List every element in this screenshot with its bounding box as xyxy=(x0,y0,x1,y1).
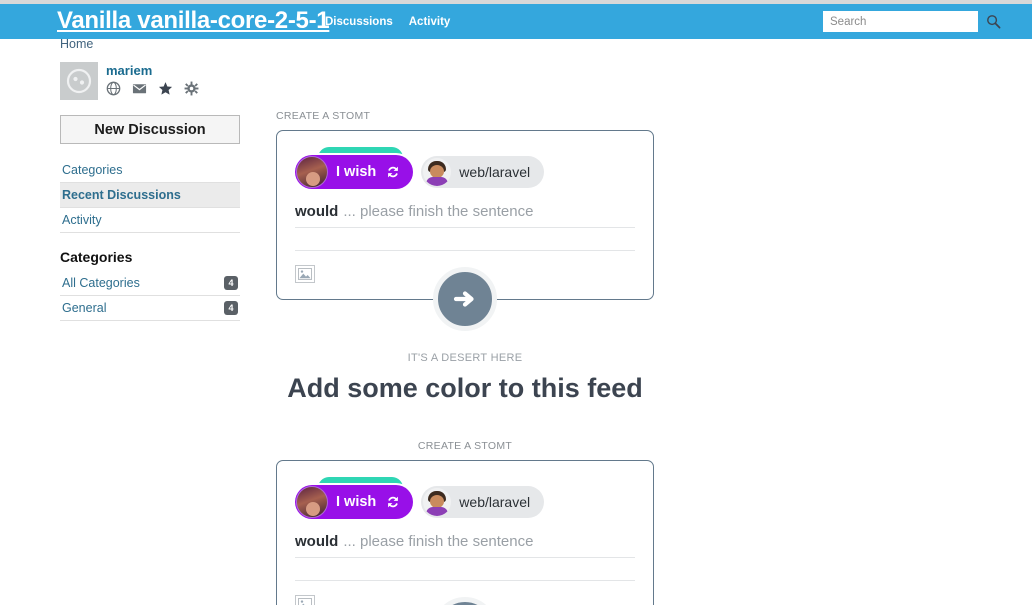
main-content: CREATE A STOMT I wish xyxy=(276,110,654,605)
sentence-input-row[interactable]: would ... please finish the sentence xyxy=(295,203,635,228)
sidebar: mariem xyxy=(60,62,240,321)
profile-username[interactable]: mariem xyxy=(106,63,199,78)
wish-label: I wish xyxy=(336,494,376,510)
search-icon[interactable] xyxy=(986,12,1001,31)
submit-stomt-button[interactable] xyxy=(433,267,497,331)
second-create-stomt-label: CREATE A STOMT xyxy=(276,440,654,452)
sidebar-item-categories[interactable]: Categories xyxy=(60,158,240,183)
stomt-composer-card-secondary: I wish web xyxy=(276,460,654,605)
user-avatar xyxy=(296,486,328,518)
sentence-second-line xyxy=(295,580,635,581)
site-header: Vanilla vanilla-core-2-5-1 Discussions A… xyxy=(0,4,1032,39)
category-label: All Categories xyxy=(62,276,140,290)
search-input[interactable] xyxy=(824,12,986,31)
nav-link-discussions[interactable]: Discussions xyxy=(325,16,393,28)
second-create-stomt-widget: CREATE A STOMT I wish xyxy=(276,440,654,605)
primary-nav: Discussions Activity xyxy=(325,16,450,28)
new-discussion-button[interactable]: New Discussion xyxy=(60,115,240,144)
star-icon[interactable] xyxy=(158,81,173,96)
pill-row: I wish web xyxy=(295,485,544,519)
sentence-prefix: would xyxy=(295,533,338,550)
image-upload-icon[interactable] xyxy=(295,595,315,605)
envelope-icon[interactable] xyxy=(132,81,147,96)
sidebar-menu: Categories Recent Discussions Activity xyxy=(60,158,240,233)
target-pill[interactable]: web/laravel xyxy=(421,486,544,518)
site-title[interactable]: Vanilla vanilla-core-2-5-1 xyxy=(57,7,329,35)
empty-state-title: Add some color to this feed xyxy=(276,373,654,404)
category-item-all-categories[interactable]: All Categories 4 xyxy=(60,271,240,296)
globe-icon[interactable] xyxy=(106,81,121,96)
empty-state-kicker: IT'S A DESERT HERE xyxy=(276,352,654,364)
stomt-composer-card: I wish web/laravel would xyxy=(276,130,654,300)
avatar[interactable] xyxy=(60,62,98,100)
sidebar-item-activity[interactable]: Activity xyxy=(60,208,240,233)
sidebar-item-recent-discussions[interactable]: Recent Discussions xyxy=(60,183,240,208)
category-item-general[interactable]: General 4 xyxy=(60,296,240,321)
wish-type-pill[interactable]: I wish xyxy=(295,485,413,519)
create-stomt-label: CREATE A STOMT xyxy=(276,110,654,122)
image-upload-icon[interactable] xyxy=(295,265,315,283)
target-pill[interactable]: web/laravel xyxy=(421,156,544,188)
target-avatar xyxy=(423,158,451,186)
sentence-second-line xyxy=(295,250,635,251)
sentence-placeholder: ... please finish the sentence xyxy=(343,203,533,220)
submit-stomt-button[interactable] xyxy=(433,597,497,605)
swap-icon[interactable] xyxy=(385,164,401,180)
target-avatar xyxy=(423,488,451,516)
category-label: General xyxy=(62,301,106,315)
sentence-placeholder: ... please finish the sentence xyxy=(343,533,533,550)
category-count-badge: 4 xyxy=(224,301,238,315)
empty-state: IT'S A DESERT HERE Add some color to thi… xyxy=(276,352,654,404)
target-label: web/laravel xyxy=(459,164,530,180)
sentence-input-row[interactable]: would ... please finish the sentence xyxy=(295,533,635,558)
pill-stack: I wish web/laravel xyxy=(295,147,635,193)
nav-link-activity[interactable]: Activity xyxy=(409,16,451,28)
pill-row: I wish web/laravel xyxy=(295,155,544,189)
gear-icon[interactable] xyxy=(184,81,199,96)
profile-block: mariem xyxy=(60,62,240,106)
breadcrumb-home[interactable]: Home xyxy=(60,37,93,51)
pill-stack: I wish web xyxy=(295,477,635,523)
sentence-prefix: would xyxy=(295,203,338,220)
user-avatar xyxy=(296,156,328,188)
search-box xyxy=(823,11,978,32)
category-count-badge: 4 xyxy=(224,276,238,290)
swap-icon[interactable] xyxy=(385,494,401,510)
wish-type-pill[interactable]: I wish xyxy=(295,155,413,189)
categories-list: All Categories 4 General 4 xyxy=(60,271,240,321)
wish-label: I wish xyxy=(336,164,376,180)
categories-heading: Categories xyxy=(60,249,240,265)
profile-icon-row xyxy=(106,81,199,96)
target-label: web/laravel xyxy=(459,494,530,510)
